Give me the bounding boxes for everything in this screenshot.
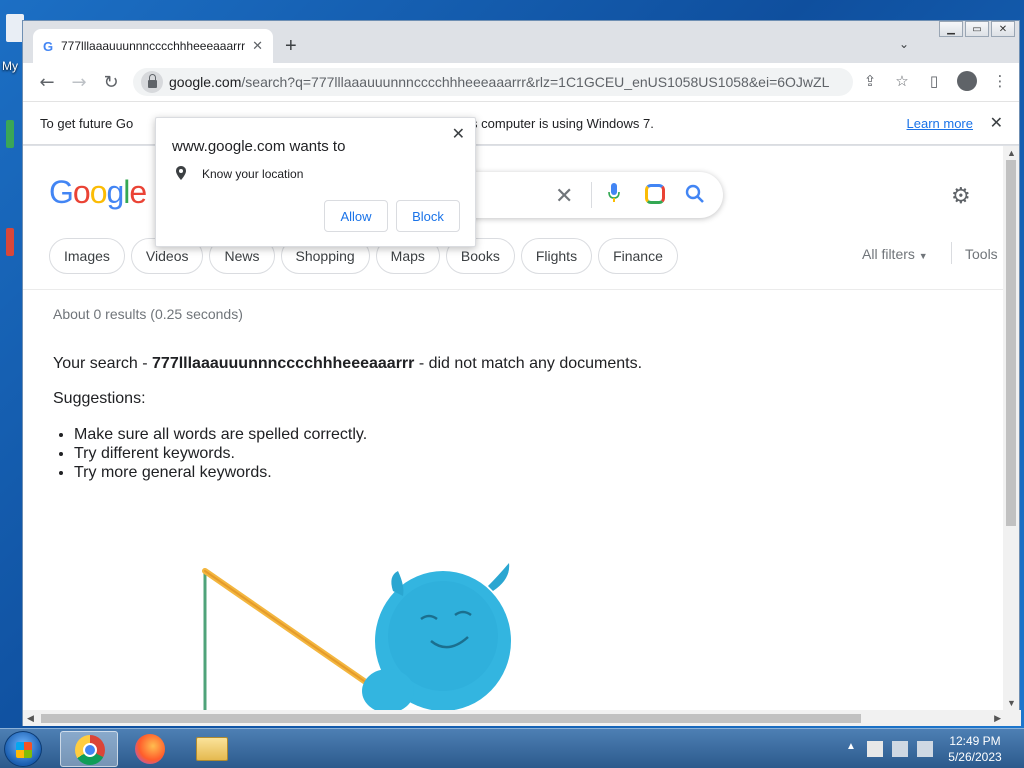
caret-down-icon: ▼: [918, 251, 928, 261]
menu-kebab-icon[interactable]: ⋮: [991, 72, 1009, 90]
clock[interactable]: 12:49 PM 5/26/2023: [940, 733, 1010, 765]
infobar-text-left: To get future Go: [40, 115, 134, 131]
chip-finance[interactable]: Finance: [598, 238, 678, 274]
suggestion-item: Make sure all words are spelled correctl…: [74, 425, 367, 444]
address-bar[interactable]: google.com/search?q=777lllaaauuunnncccch…: [133, 68, 853, 96]
desktop-icon-app[interactable]: [6, 120, 14, 148]
profile-avatar-icon[interactable]: [957, 71, 977, 91]
window-controls: ▁ ▭ ✕: [939, 21, 1015, 37]
vertical-scroll-thumb[interactable]: [1006, 160, 1016, 526]
clock-date: 5/26/2023: [948, 750, 1002, 764]
back-icon[interactable]: ←: [31, 72, 63, 93]
network-icon[interactable]: [892, 741, 908, 757]
scroll-left-icon[interactable]: ◀: [27, 713, 34, 724]
infobar-close-icon[interactable]: ✕: [990, 113, 1003, 133]
lock-icon[interactable]: [141, 71, 163, 93]
suggestions-list: Make sure all words are spelled correctl…: [74, 425, 367, 482]
no-match-prefix: Your search -: [53, 355, 153, 372]
learn-more-link[interactable]: Learn more: [907, 116, 973, 131]
url-host: google.com: [169, 74, 242, 90]
fishing-monster-illustration: [202, 563, 511, 710]
popup-close-icon[interactable]: ✕: [452, 124, 465, 144]
clock-time: 12:49 PM: [949, 734, 1001, 748]
google-logo[interactable]: Google: [49, 174, 147, 211]
minimize-button[interactable]: ▁: [939, 21, 963, 37]
chip-images[interactable]: Images: [49, 238, 125, 274]
no-match-suffix: - did not match any documents.: [414, 355, 643, 372]
action-center-flag-icon[interactable]: [867, 741, 883, 757]
lens-search-icon[interactable]: [645, 184, 665, 204]
desktop-icon-label: My: [2, 59, 18, 73]
tools-button[interactable]: Tools: [965, 246, 998, 262]
popup-title: www.google.com wants to: [172, 138, 346, 155]
share-icon[interactable]: ⇪: [861, 72, 879, 90]
folder-icon: [196, 737, 228, 761]
no-match-message: Your search - 777lllaaauuunnncccchhheeea…: [53, 355, 642, 373]
header-divider: [23, 289, 1005, 290]
filters-divider: [951, 242, 952, 264]
search-icon[interactable]: [685, 184, 705, 204]
all-filters-label: All filters: [862, 246, 915, 262]
forward-icon[interactable]: →: [63, 72, 95, 93]
tab-search-chevron-icon[interactable]: ⌄: [899, 37, 909, 51]
google-favicon-icon: G: [43, 38, 54, 54]
address-url[interactable]: google.com/search?q=777lllaaauuunnncccch…: [169, 74, 829, 90]
suggestion-item: Try more general keywords.: [74, 463, 367, 482]
new-tab-button[interactable]: +: [285, 35, 297, 58]
scroll-right-icon[interactable]: ▶: [994, 713, 1001, 724]
taskbar-explorer[interactable]: [183, 731, 241, 767]
tab-title: 777lllaaauuunnncccchhheeeaaarrr: [61, 39, 246, 53]
search-divider: [591, 182, 592, 208]
browser-window: G 777lllaaauuunnncccchhheeeaaarrr ✕ + ⌄ …: [22, 20, 1021, 726]
taskbar-firefox[interactable]: [121, 731, 179, 767]
close-window-button[interactable]: ✕: [991, 21, 1015, 37]
result-stats: About 0 results (0.25 seconds): [53, 306, 243, 322]
scroll-down-icon[interactable]: ▼: [1007, 698, 1016, 708]
allow-button[interactable]: Allow: [324, 200, 388, 232]
maximize-button[interactable]: ▭: [965, 21, 989, 37]
volume-muted-icon[interactable]: [917, 741, 933, 757]
no-match-query: 777lllaaauuunnncccchhheeeaaarrr: [152, 355, 415, 372]
tab-strip: G 777lllaaauuunnncccchhheeeaaarrr ✕ + ⌄ …: [23, 21, 1019, 63]
windows-logo-icon: [16, 742, 32, 758]
side-panel-icon[interactable]: ▯: [925, 72, 943, 90]
all-filters-button[interactable]: All filters ▼: [862, 246, 928, 262]
bookmark-star-icon[interactable]: ☆: [893, 72, 911, 90]
clear-search-icon[interactable]: ✕: [555, 184, 573, 209]
desktop-icon-app2[interactable]: [6, 228, 14, 256]
show-hidden-icons-icon[interactable]: ▲: [846, 741, 856, 752]
voice-search-icon[interactable]: [608, 183, 620, 203]
url-path: /search?q=777lllaaauuunnncccchhheeeaaarr…: [241, 74, 829, 90]
taskbar: ▲ 12:49 PM 5/26/2023: [0, 728, 1024, 768]
suggestions-heading: Suggestions:: [53, 390, 146, 407]
infobar-text-right: This computer is using Windows 7.: [453, 115, 654, 131]
settings-gear-icon[interactable]: ⚙: [951, 184, 971, 209]
taskbar-chrome[interactable]: [60, 731, 118, 767]
popup-permission-text: Know your location: [202, 167, 304, 181]
horizontal-scroll-thumb[interactable]: [41, 714, 861, 723]
browser-toolbar: ← → ↻ google.com/search?q=777lllaaauuunn…: [23, 63, 1019, 101]
suggestion-item: Try different keywords.: [74, 444, 367, 463]
horizontal-scrollbar[interactable]: ◀ ▶: [23, 710, 1021, 726]
location-pin-icon: [176, 166, 186, 180]
scroll-up-icon[interactable]: ▲: [1007, 148, 1016, 158]
firefox-icon: [135, 734, 165, 764]
vertical-scrollbar[interactable]: ▲ ▼: [1003, 146, 1019, 710]
start-button[interactable]: [4, 731, 42, 767]
chip-flights[interactable]: Flights: [520, 238, 593, 274]
tab-close-icon[interactable]: ✕: [252, 38, 263, 54]
location-permission-popup: www.google.com wants to ✕ Know your loca…: [155, 117, 476, 247]
toolbar-icons: ⇪ ☆ ▯ ⋮: [861, 71, 1009, 91]
tab-active[interactable]: G 777lllaaauuunnncccchhheeeaaarrr ✕: [33, 29, 273, 63]
block-button[interactable]: Block: [396, 200, 460, 232]
reload-icon[interactable]: ↻: [95, 72, 127, 93]
chrome-icon: [75, 735, 105, 765]
